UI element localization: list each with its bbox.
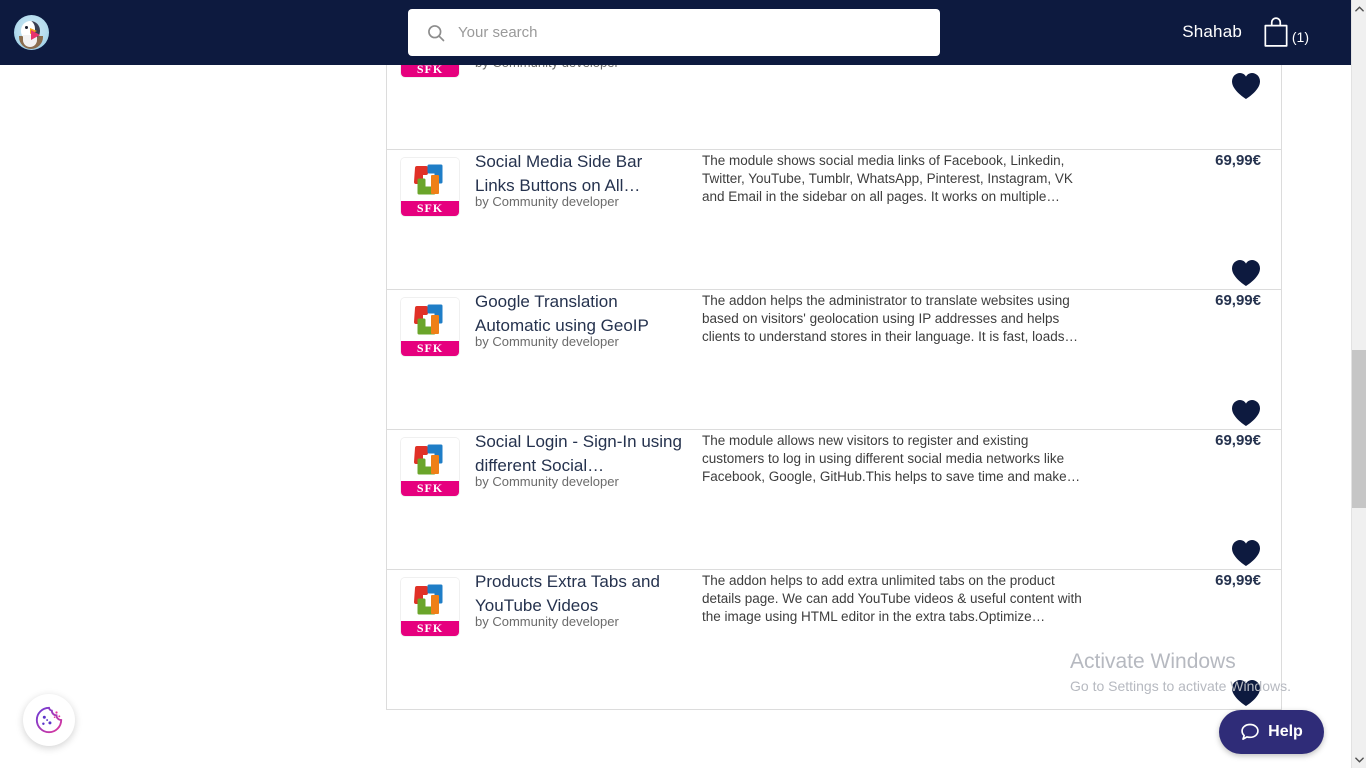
module-price: 69,99€	[1215, 292, 1261, 309]
search-input[interactable]	[458, 24, 918, 41]
module-price: 69,99€	[1215, 432, 1261, 449]
page-scrollbar[interactable]	[1351, 0, 1366, 768]
cookie-settings-button[interactable]	[23, 694, 75, 746]
scroll-up-button[interactable]	[1352, 0, 1366, 17]
chat-bubble-icon	[1240, 722, 1260, 742]
module-description: The module allows new visitors to regist…	[702, 432, 1084, 486]
heart-icon[interactable]	[1230, 398, 1262, 428]
module-title[interactable]: Social Media Side Bar Links Buttons on A…	[475, 150, 685, 198]
chevron-down-icon	[1355, 757, 1364, 763]
search-bar[interactable]	[408, 9, 940, 56]
cookie-icon	[34, 705, 64, 735]
module-thumbnail: SFK	[401, 158, 459, 216]
module-author: by Community developer	[475, 334, 619, 349]
prestashop-logo-icon	[14, 15, 49, 50]
module-thumbnail-label: SFK	[401, 201, 459, 216]
module-author: by Community developer	[475, 474, 619, 489]
module-thumbnail-label: SFK	[401, 481, 459, 496]
module-description: The addon helps the administrator to tra…	[702, 292, 1084, 346]
help-button[interactable]: Help	[1219, 710, 1324, 754]
search-icon	[426, 23, 446, 43]
chevron-up-icon	[1355, 6, 1364, 12]
module-thumbnail-label: SFK	[401, 341, 459, 356]
module-author: by Community developer	[475, 194, 619, 209]
module-price: 69,99€	[1215, 572, 1261, 589]
heart-icon[interactable]	[1230, 71, 1262, 101]
module-description: The module shows social media links of F…	[702, 152, 1084, 206]
module-price: 69,99€	[1215, 152, 1261, 169]
module-results-page: SFK Custom Rotating Banners on Interval …	[0, 65, 1351, 768]
module-list-item[interactable]: SFK Products Extra Tabs and YouTube Vide…	[387, 570, 1281, 710]
module-list-item[interactable]: SFK Social Login - Sign-In using differe…	[387, 430, 1281, 570]
module-thumbnail-label: SFK	[401, 621, 459, 636]
module-author: by Community developer	[475, 65, 619, 70]
user-account-link[interactable]: Shahab	[1182, 22, 1242, 42]
heart-icon[interactable]	[1230, 538, 1262, 568]
cart-link[interactable]: (1)	[1262, 16, 1309, 48]
module-list-item[interactable]: SFK Google Translation Automatic using G…	[387, 290, 1281, 430]
module-title[interactable]: Products Extra Tabs and YouTube Videos	[475, 570, 685, 618]
help-button-label: Help	[1268, 723, 1303, 741]
scroll-down-button[interactable]	[1352, 751, 1366, 768]
module-list-item[interactable]: SFK Social Media Side Bar Links Buttons …	[387, 150, 1281, 290]
module-thumbnail: SFK	[401, 438, 459, 496]
heart-icon[interactable]	[1230, 258, 1262, 288]
sfk-logo-icon	[401, 158, 459, 202]
sfk-logo-icon	[401, 578, 459, 622]
module-thumbnail: SFK	[401, 298, 459, 356]
sfk-logo-icon	[401, 438, 459, 482]
site-header: Shahab (1)	[0, 0, 1351, 65]
module-author: by Community developer	[475, 614, 619, 629]
shopping-bag-icon	[1262, 16, 1290, 48]
prestashop-logo-link[interactable]	[14, 15, 49, 50]
module-list: SFK Custom Rotating Banners on Interval …	[386, 65, 1282, 710]
module-description: The addon helps to add extra unlimited t…	[702, 572, 1084, 626]
cart-count: (1)	[1292, 29, 1309, 45]
module-thumbnail-label: SFK	[401, 65, 459, 77]
module-title[interactable]: Google Translation Automatic using GeoIP	[475, 290, 685, 338]
sfk-logo-icon	[401, 298, 459, 342]
scrollbar-thumb[interactable]	[1352, 350, 1366, 508]
heart-icon[interactable]	[1230, 678, 1262, 708]
module-thumbnail: SFK	[401, 65, 459, 77]
module-list-item[interactable]: SFK Custom Rotating Banners on Interval …	[387, 65, 1281, 150]
module-title[interactable]: Social Login - Sign-In using different S…	[475, 430, 685, 478]
module-thumbnail: SFK	[401, 578, 459, 636]
